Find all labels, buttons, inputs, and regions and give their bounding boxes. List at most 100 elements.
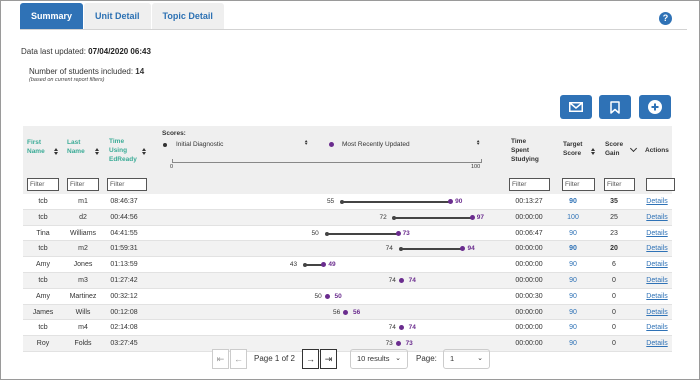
email-button[interactable] bbox=[560, 95, 592, 119]
results-per-page-select[interactable]: 10 results ⌄ bbox=[350, 349, 408, 369]
score-gain-bar bbox=[400, 248, 463, 251]
axis-min-label: 0 bbox=[170, 164, 174, 170]
target-score-cell: 90 bbox=[569, 245, 577, 253]
details-link[interactable]: Details bbox=[643, 241, 671, 256]
initial-score-label: 56 bbox=[333, 308, 341, 316]
filter-time-using[interactable] bbox=[107, 178, 147, 191]
table-body: tcb m1 08:46:37 55 90 00:13:27 90 35 Details tcb d… bbox=[23, 194, 672, 352]
prev-page-button[interactable]: ← bbox=[230, 349, 247, 369]
sort-score-gain-icon[interactable] bbox=[629, 144, 638, 153]
recent-score-dot bbox=[324, 293, 330, 299]
details-link[interactable]: Details bbox=[643, 226, 671, 241]
score-gain-bar bbox=[341, 201, 451, 203]
recent-score-label: 56 bbox=[353, 308, 361, 316]
envelope-icon bbox=[569, 102, 583, 112]
time-using-cell: 01:27:42 bbox=[110, 276, 138, 284]
recent-score-label: 74 bbox=[408, 276, 416, 284]
last-name-cell: m2 bbox=[78, 245, 88, 253]
last-name-cell: Jones bbox=[73, 261, 93, 269]
details-link[interactable]: Details bbox=[643, 210, 671, 225]
score-gain-cell: 23 bbox=[610, 229, 618, 237]
details-link[interactable]: Details bbox=[643, 289, 671, 304]
last-page-button[interactable]: ⇥ bbox=[320, 349, 337, 369]
details-link[interactable]: Details bbox=[643, 194, 671, 209]
students-value: 14 bbox=[135, 67, 145, 76]
last-name-cell: Williams bbox=[69, 229, 97, 237]
first-name-cell: Roy bbox=[36, 340, 50, 348]
header-score-gain[interactable]: Score Gain bbox=[605, 140, 629, 158]
filter-actions[interactable] bbox=[646, 178, 675, 191]
recent-score-label: 94 bbox=[467, 245, 475, 253]
header-first-name[interactable]: First Name bbox=[27, 138, 53, 156]
score-gain-cell: 0 bbox=[612, 308, 616, 316]
time-using-cell: 03:27:45 bbox=[110, 340, 138, 348]
initial-score-dot bbox=[339, 200, 344, 204]
recent-score-dot bbox=[398, 325, 404, 331]
table-row: tcb d2 00:44:56 72 97 00:00:00 100 25 Details bbox=[23, 209, 672, 226]
filter-time-spent[interactable] bbox=[509, 178, 550, 191]
add-button[interactable] bbox=[639, 95, 671, 119]
table-row: tcb m2 01:59:31 74 94 00:00:00 90 20 Details bbox=[23, 241, 672, 258]
first-name-cell: tcb bbox=[38, 276, 48, 284]
tab-unit-detail[interactable]: Unit Detail bbox=[84, 3, 151, 29]
target-score-cell: 90 bbox=[569, 324, 577, 332]
first-name-cell: Tina bbox=[36, 229, 50, 237]
page-select[interactable]: 1 ⌄ bbox=[443, 349, 490, 369]
axis-max-label: 100 bbox=[471, 164, 481, 170]
chevron-down-icon: ⌄ bbox=[395, 355, 401, 362]
score-axis-tick-max bbox=[481, 159, 482, 163]
score-gain-bar bbox=[394, 216, 472, 219]
initial-score-dot bbox=[398, 247, 403, 252]
header-target-score[interactable]: Target Score bbox=[563, 140, 589, 158]
initial-marker-icon bbox=[163, 143, 167, 147]
table-row: tcb m1 08:46:37 55 90 00:13:27 90 35 Details bbox=[23, 194, 672, 210]
plus-icon bbox=[648, 100, 662, 114]
initial-score-label: 74 bbox=[388, 276, 396, 284]
recent-score-label: 90 bbox=[455, 198, 463, 205]
header-actions: Actions bbox=[645, 147, 669, 154]
details-link[interactable]: Details bbox=[643, 257, 671, 272]
page-select-value: 1 bbox=[450, 354, 455, 363]
data-updated-value: 07/04/2020 06:43 bbox=[88, 47, 151, 56]
table-row: James Wills 00:12:08 56 56 00:00:00 90 0 Details bbox=[23, 304, 672, 321]
time-using-cell: 01:59:31 bbox=[110, 245, 138, 253]
table-row: Amy Jones 01:13:59 43 49 00:00:00 90 6 Details bbox=[23, 257, 672, 273]
filter-score-gain[interactable] bbox=[604, 178, 635, 191]
header-time-spent[interactable]: Time Spent Studying bbox=[511, 137, 545, 164]
tab-summary[interactable]: Summary bbox=[20, 3, 84, 29]
header-time-using[interactable]: Time Using EdReady bbox=[109, 137, 141, 164]
recent-score-label: 97 bbox=[476, 213, 484, 221]
tab-topic-detail[interactable]: Topic Detail bbox=[151, 3, 224, 29]
first-page-button[interactable]: ⇤ bbox=[212, 349, 229, 369]
filter-first-name[interactable] bbox=[27, 178, 59, 191]
time-using-cell: 00:12:08 bbox=[110, 308, 138, 316]
recent-score-label: 73 bbox=[402, 229, 410, 237]
time-spent-cell: 00:00:00 bbox=[515, 324, 543, 332]
filter-target-score[interactable] bbox=[562, 178, 595, 191]
next-page-button[interactable]: → bbox=[302, 349, 319, 369]
score-axis bbox=[172, 162, 481, 163]
details-link[interactable]: Details bbox=[643, 305, 671, 320]
time-using-cell: 01:13:59 bbox=[110, 261, 138, 269]
details-link[interactable]: Details bbox=[643, 336, 671, 351]
time-spent-cell: 00:00:00 bbox=[515, 308, 543, 316]
details-link[interactable]: Details bbox=[643, 273, 671, 288]
score-gain-cell: 0 bbox=[612, 276, 616, 284]
filter-last-name[interactable] bbox=[67, 178, 99, 191]
initial-score-label: 50 bbox=[311, 229, 319, 237]
first-name-cell: Amy bbox=[36, 261, 50, 269]
bookmark-button[interactable] bbox=[599, 95, 631, 119]
time-spent-cell: 00:00:00 bbox=[515, 261, 543, 269]
header-last-name[interactable]: Last Name bbox=[67, 138, 93, 156]
chevron-down-icon: ⌄ bbox=[477, 355, 483, 362]
help-icon[interactable]: ? bbox=[659, 12, 672, 25]
first-name-cell: James bbox=[32, 308, 54, 316]
table-row: Roy Folds 03:27:45 73 73 00:00:00 90 0 Details bbox=[23, 336, 672, 352]
score-gain-cell: 0 bbox=[612, 292, 616, 300]
legend-initial: Initial Diagnostic bbox=[176, 141, 224, 148]
details-link[interactable]: Details bbox=[643, 320, 671, 335]
initial-score-label: 72 bbox=[379, 213, 387, 221]
target-score-cell: 90 bbox=[569, 340, 577, 348]
legend-recent: Most Recently Updated bbox=[342, 141, 410, 148]
initial-score-label: 43 bbox=[289, 261, 298, 269]
